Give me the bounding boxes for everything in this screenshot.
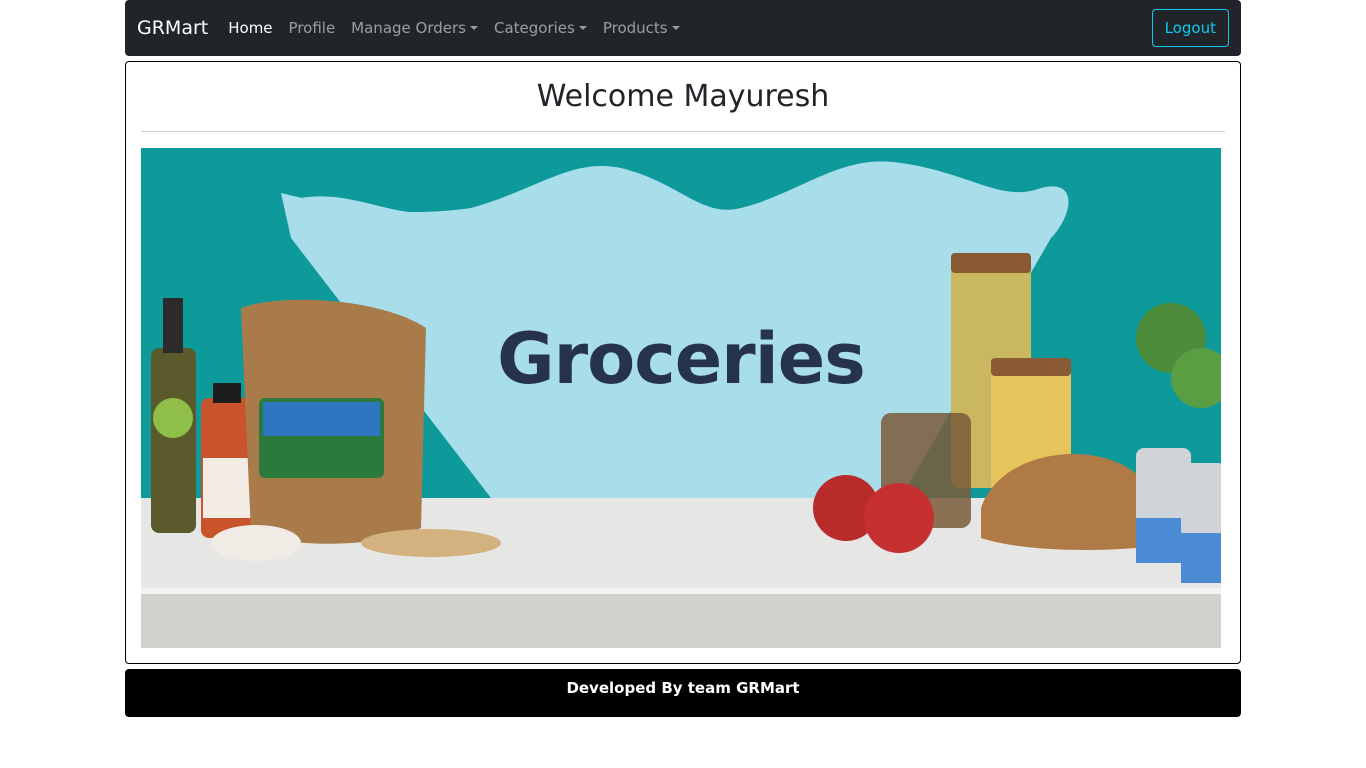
divider [141, 131, 1225, 132]
logout-button[interactable]: Logout [1151, 9, 1229, 47]
nav-categories-label: Categories [493, 19, 575, 37]
nav-categories-dropdown[interactable]: Categories [486, 19, 595, 37]
banner-groceries-text: Groceries [497, 318, 866, 400]
nav-manage-orders-dropdown[interactable]: Manage Orders [343, 19, 486, 37]
nav-menu: Home Profile Manage Orders Categories Pr… [220, 19, 687, 37]
brand-logo[interactable]: GRMart [137, 17, 208, 39]
nav-home-label: Home [228, 19, 273, 37]
nav-profile[interactable]: Profile [281, 19, 344, 37]
nav-manage-orders-label: Manage Orders [351, 19, 466, 37]
nav-home[interactable]: Home [220, 19, 280, 37]
nav-profile-label: Profile [288, 19, 336, 37]
top-navbar: GRMart Home Profile Manage Orders Catego… [125, 0, 1241, 56]
groceries-banner-image: Groceries [141, 148, 1221, 648]
page-footer: Developed By team GRMart [125, 669, 1241, 717]
caret-down-icon [578, 26, 587, 30]
caret-down-icon [671, 26, 680, 30]
nav-products-dropdown[interactable]: Products [595, 19, 688, 37]
footer-credit: Developed By team GRMart [566, 679, 800, 697]
welcome-card: Welcome Mayuresh Groceries [125, 61, 1241, 664]
welcome-heading: Welcome Mayuresh [536, 79, 830, 114]
caret-down-icon [469, 26, 478, 30]
nav-products-label: Products [602, 19, 668, 37]
